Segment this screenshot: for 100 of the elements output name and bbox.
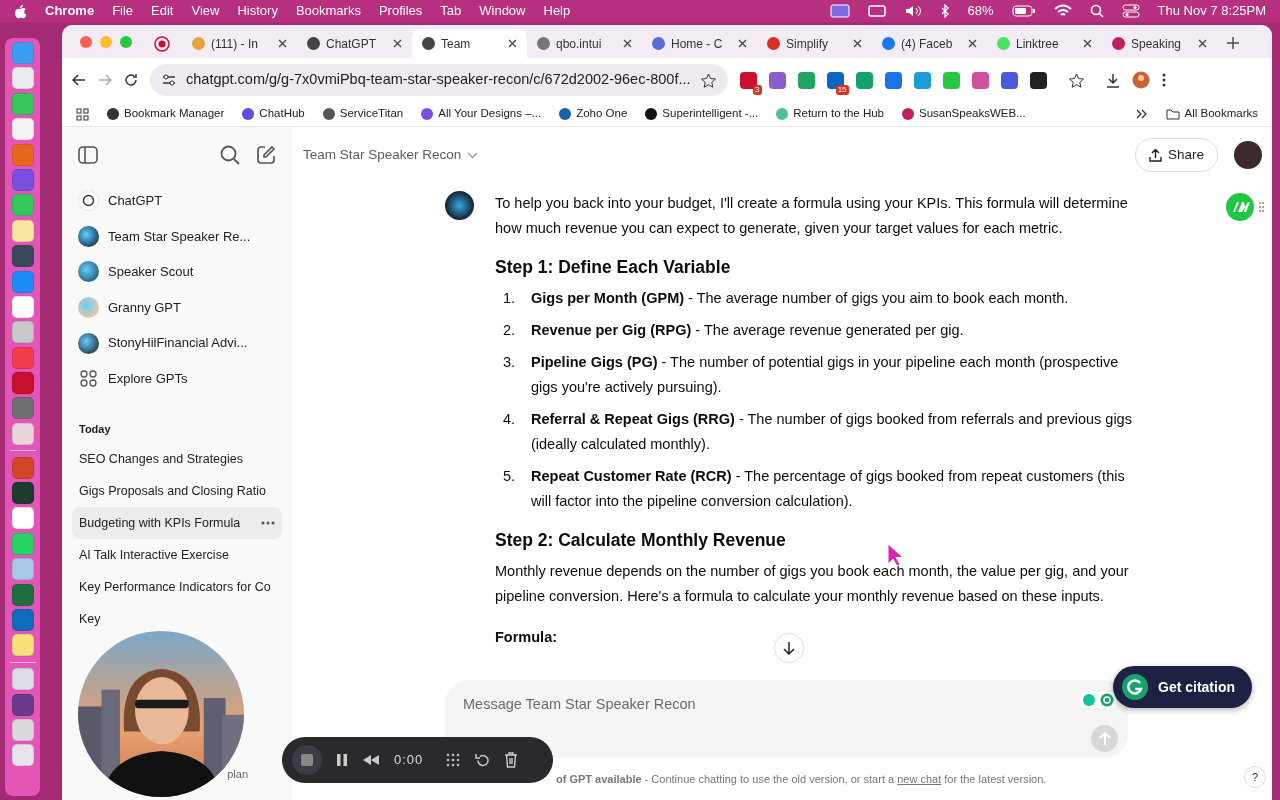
dock-app-icon[interactable] [11,295,34,318]
scroll-down-button[interactable] [774,633,804,663]
close-icon[interactable] [278,39,287,48]
dock-app-icon[interactable] [11,219,34,242]
pause-icon[interactable] [336,753,348,767]
menu-item[interactable]: Edit [151,1,174,21]
gpt-item[interactable]: Team Star Speaker Re... [72,218,282,255]
help-button[interactable]: ? [1244,766,1266,788]
gpt-title-dropdown[interactable]: Team Star Speaker Recon [303,144,462,166]
chat-item[interactable]: Key [72,611,108,627]
close-icon[interactable] [738,39,747,48]
dock-app-icon[interactable] [11,422,34,445]
chat-item[interactable]: Budgeting with KPIs Formula [72,507,282,540]
rewind-icon[interactable] [362,754,380,766]
browser-tab[interactable]: (111) - In [182,29,297,58]
dock-app-icon[interactable] [11,718,34,741]
browser-tab[interactable]: qbo.intui [527,29,642,58]
all-bookmarks-button[interactable]: All Bookmarks [1165,105,1258,123]
close-icon[interactable] [853,39,862,48]
more-icon[interactable] [261,521,275,526]
grammar-icons[interactable] [1080,692,1116,708]
control-center-icon[interactable] [1121,4,1140,18]
menu-item[interactable]: History [237,1,278,21]
forward-icon[interactable] [98,74,112,86]
browser-tab[interactable]: Home - C [642,29,757,58]
new-tab-icon[interactable] [1227,37,1239,49]
apple-icon[interactable] [14,3,27,19]
bookmark-item[interactable]: Bookmark Manager [107,105,225,123]
bookmark-item[interactable]: SusanSpeaksWEB... [902,105,1026,123]
screen-share-icon[interactable] [829,4,850,18]
gpt-item[interactable]: ChatGPT [72,183,282,219]
gpt-item[interactable]: Speaker Scout [72,254,282,290]
bookmark-item[interactable]: All Your Designs –... [421,105,542,123]
volume-icon[interactable] [903,4,922,18]
site-settings-icon[interactable] [162,74,176,86]
menu-item[interactable]: Window [479,1,526,21]
browser-tab[interactable]: Linktree [987,29,1102,58]
more-menu-icon[interactable] [1161,73,1166,87]
menu-item[interactable]: Tab [440,1,462,21]
bookmark-item[interactable]: ChatHub [242,105,305,123]
message-input[interactable]: Message Team Star Speaker Recon [461,693,1021,717]
browser-tab[interactable]: Simplify [757,29,872,58]
bookmark-item[interactable]: Superintelligent -... [645,105,759,123]
dock-app-icon[interactable] [11,245,34,268]
dock-app-icon[interactable] [11,744,34,767]
close-icon[interactable] [968,39,977,48]
extension-badge-icon[interactable] [1226,193,1264,221]
menu-item[interactable]: Profiles [378,1,423,21]
close-icon[interactable] [393,39,402,48]
close-icon[interactable] [508,39,517,48]
chat-item[interactable]: Gigs Proposals and Closing Ratio [72,483,273,499]
chevron-down-icon[interactable] [467,151,479,159]
chevron-more-icon[interactable] [1135,109,1148,119]
dock-app-icon[interactable] [11,118,34,141]
dock-app-icon[interactable] [11,668,34,691]
apps-grid-icon[interactable] [76,107,89,121]
browser-tab[interactable]: ChatGPT [297,29,412,58]
menu-item[interactable]: File [112,1,134,21]
chat-item[interactable]: AI Talk Interactive Exercise [72,547,236,563]
chat-item[interactable]: Key Performance Indicators for Co [72,579,278,595]
menu-item[interactable]: Help [543,1,571,21]
dock-app-icon[interactable] [11,634,34,657]
message-field[interactable]: Message Team Star Speaker Recon [445,680,1128,758]
browser-tab[interactable]: Team [412,29,527,58]
stop-button[interactable] [292,745,322,775]
user-avatar[interactable] [1234,141,1262,169]
dock-app-icon[interactable] [11,693,34,716]
menu-item[interactable]: View [191,1,220,21]
close-icon[interactable] [1083,39,1092,48]
gpt-item[interactable]: StonyHilFinancial Advi... [72,325,282,361]
profile-avatar-icon[interactable] [1131,71,1150,89]
get-citation-button[interactable]: Get citation [1113,666,1252,708]
download-icon[interactable] [1105,72,1120,88]
record-icon[interactable] [154,36,170,52]
share-button[interactable]: Share [1134,137,1218,173]
app-menu[interactable]: Chrome [45,1,95,21]
gpt-item[interactable]: Explore GPTs [72,360,282,397]
bookmark-item[interactable]: Zoho One [559,105,628,123]
search-icon[interactable] [220,145,240,165]
close-icon[interactable] [623,39,632,48]
bookmark-item[interactable]: Return to the Hub [776,105,884,123]
reload-icon[interactable] [124,73,138,87]
bluetooth-icon[interactable] [939,4,950,18]
window-control[interactable] [80,35,92,48]
new-chat-link[interactable]: new chat [897,773,942,785]
sidebar-toggle-icon[interactable] [78,146,98,164]
new-chat-icon[interactable] [256,145,276,165]
back-icon[interactable] [72,74,86,86]
chat-item[interactable]: SEO Changes and Strategies [72,451,250,467]
address-bar[interactable]: chatgpt.com/g/g-7x0vmiPbq-team-star-speaker-recon/c/672d2002-96ec-800f... [150,64,728,96]
dock-app-icon[interactable] [11,67,34,90]
browser-tab[interactable]: (4) Faceb [872,29,987,58]
gpt-item[interactable]: Granny GPT [72,289,282,326]
menu-item[interactable]: Bookmarks [295,1,361,21]
dock-app-icon[interactable] [11,507,34,530]
extension-icon[interactable] [1029,71,1047,89]
browser-tab[interactable]: Speaking [1102,29,1217,58]
dock-app-icon[interactable] [11,482,34,505]
trash-icon[interactable] [504,752,519,768]
search-icon[interactable] [1089,4,1104,18]
